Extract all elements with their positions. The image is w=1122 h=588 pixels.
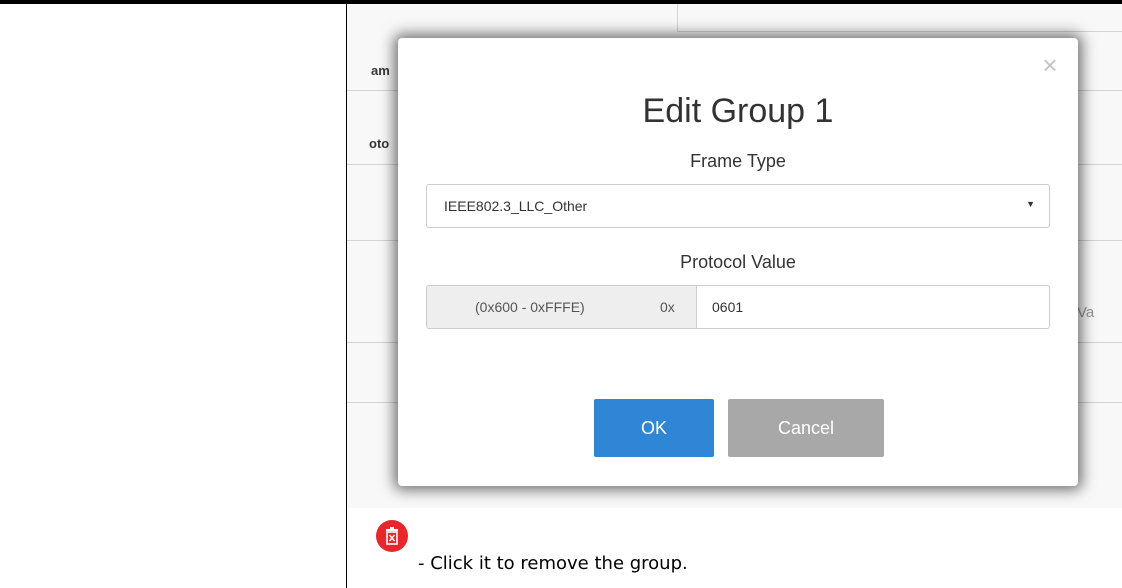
- edit-group-dialog: × Edit Group 1 Frame Type IEEE802.3_LLC_…: [398, 38, 1078, 486]
- close-icon[interactable]: ×: [1038, 52, 1062, 78]
- cancel-button[interactable]: Cancel: [728, 399, 884, 457]
- protocol-range-addon: (0x600 - 0xFFFE) 0x: [427, 286, 697, 328]
- frame-type-selected-value: IEEE802.3_LLC_Other: [444, 198, 588, 214]
- hex-prefix: 0x: [660, 299, 675, 315]
- protocol-value-label: Protocol Value: [680, 252, 796, 272]
- dialog-title: Edit Group 1: [642, 92, 834, 130]
- trash-icon: [376, 520, 408, 552]
- frame-type-label: Frame Type: [690, 151, 786, 171]
- protocol-range-text: (0x600 - 0xFFFE): [475, 299, 585, 315]
- protocol-value-input[interactable]: 0601: [712, 299, 743, 315]
- protocol-value-field: (0x600 - 0xFFFE) 0x 0601: [426, 285, 1050, 329]
- frame-type-select[interactable]: IEEE802.3_LLC_Other ▼: [426, 184, 1050, 228]
- chevron-down-icon: ▼: [1026, 199, 1035, 209]
- ok-button[interactable]: OK: [594, 399, 714, 457]
- page: am oto Va × Edit Group 1 Frame Type IEEE…: [0, 0, 1122, 588]
- remove-group-instruction: - Click it to remove the group.: [418, 553, 688, 574]
